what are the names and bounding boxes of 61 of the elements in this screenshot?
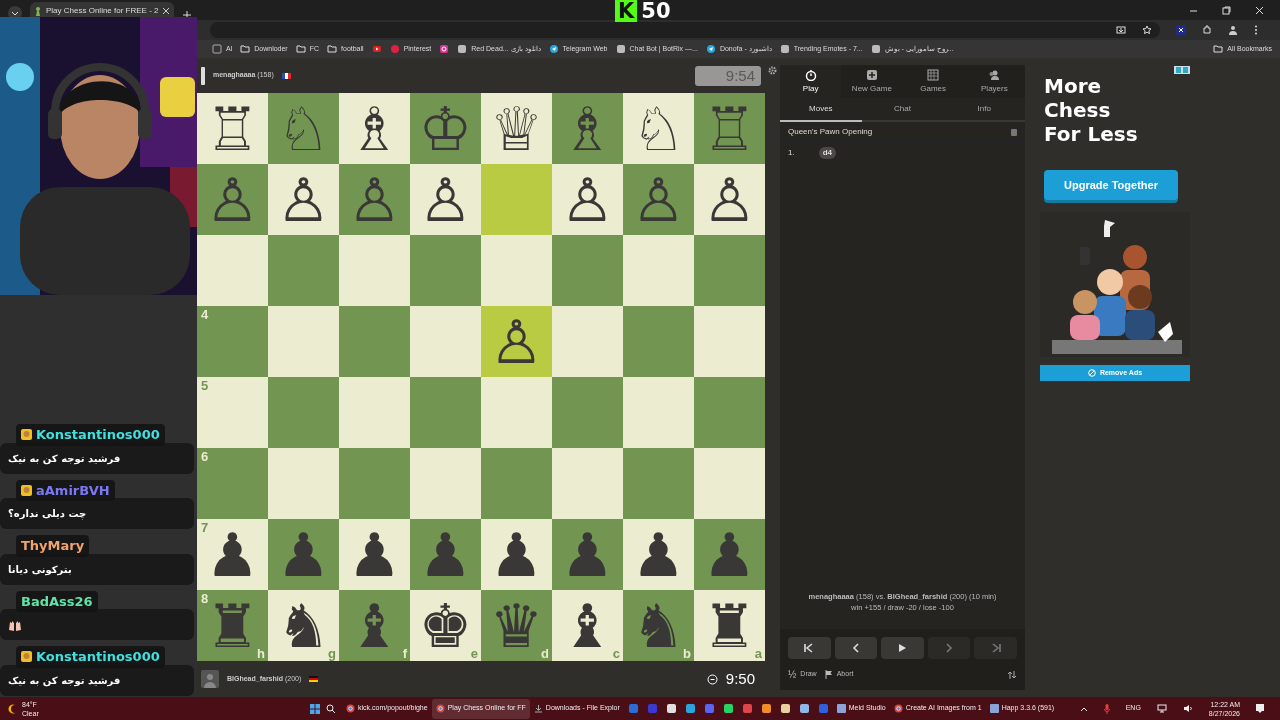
board-square[interactable]: ♟ (481, 519, 552, 590)
file-label: f (402, 647, 407, 660)
board-square[interactable]: ♕ (481, 93, 552, 164)
chess-piece[interactable]: ♙ (560, 169, 615, 230)
opening-name: Queen's Pawn Opening (788, 126, 874, 138)
board-square[interactable]: ♙ (410, 164, 481, 235)
chat-username: BadAss26 (16, 590, 98, 612)
move[interactable]: d4 (818, 147, 836, 159)
nav-button[interactable]: New Game (841, 65, 903, 98)
file-label: c (612, 647, 620, 660)
viewer-count: 50 (641, 0, 671, 22)
chess-piece[interactable]: ♙ (702, 169, 757, 230)
board-square[interactable]: ♙ (552, 164, 623, 235)
board-square[interactable]: ♟ (339, 519, 410, 590)
rank-label: 4 (201, 308, 209, 321)
chat-username: Konstantinos000 (16, 424, 165, 446)
chess-piece[interactable]: ♙ (418, 169, 473, 230)
chess-piece[interactable]: ♟ (347, 524, 402, 585)
panel-tab[interactable]: Moves (780, 98, 862, 122)
chess-piece[interactable]: ♙ (489, 311, 544, 372)
file-label: a (754, 647, 762, 660)
board-square[interactable]: ♖ (197, 93, 268, 164)
logo: K (615, 0, 638, 22)
panel-tab[interactable]: Chat (861, 98, 944, 122)
ad-headline: More Chess For Less (1044, 74, 1139, 146)
nav-button[interactable]: Players (963, 65, 1025, 98)
board-square[interactable]: ♗ (339, 93, 410, 164)
chat-message: فرشید توجه کن به نیک (0, 442, 194, 474)
chat-message: چت دیلی نداره؟ (0, 498, 194, 529)
nav-button[interactable]: Games (902, 65, 964, 98)
file-label: b (683, 647, 691, 660)
file-label: d (541, 647, 549, 660)
chess-piece[interactable]: ♖ (205, 98, 260, 159)
chat-message: فرشید توجه کن به نیک (0, 664, 194, 696)
panel-tab[interactable]: Info (943, 98, 1025, 122)
board-square[interactable]: ♙ (268, 164, 339, 235)
chess-piece[interactable]: ♕ (489, 98, 544, 159)
rank-label: 7 (201, 521, 209, 534)
board-square[interactable]: ♙ (481, 306, 552, 377)
chess-piece[interactable]: ♙ (276, 169, 331, 230)
game-clock: 9:50 (691, 669, 761, 689)
chat-username: aAmirBVH (16, 479, 115, 501)
file-label: g (328, 647, 336, 660)
file-label: e (470, 647, 478, 660)
chess-piece[interactable]: ♟ (489, 524, 544, 585)
move-number: 1. (788, 147, 795, 159)
board-square[interactable]: ♙ (694, 164, 765, 235)
file-label: h (257, 647, 265, 660)
board-square[interactable]: ♟ (623, 519, 694, 590)
rank-label: 6 (201, 450, 209, 463)
chess-piece[interactable]: ♟ (631, 524, 686, 585)
rank-label: 8 (201, 592, 209, 605)
chess-piece[interactable]: ♘ (631, 98, 686, 159)
chess-piece[interactable]: ♗ (347, 98, 402, 159)
chat-username: Konstantinos000 (16, 646, 165, 668)
chat-message: بترکونی دیانا (0, 553, 194, 585)
game-clock: 9:54 (695, 65, 761, 86)
chat-username: ThyMary (16, 535, 90, 557)
tab-title: Play Chess Online for FREE - 2 (46, 5, 159, 17)
board-square[interactable]: ♘ (623, 93, 694, 164)
rank-label: 5 (201, 379, 209, 392)
